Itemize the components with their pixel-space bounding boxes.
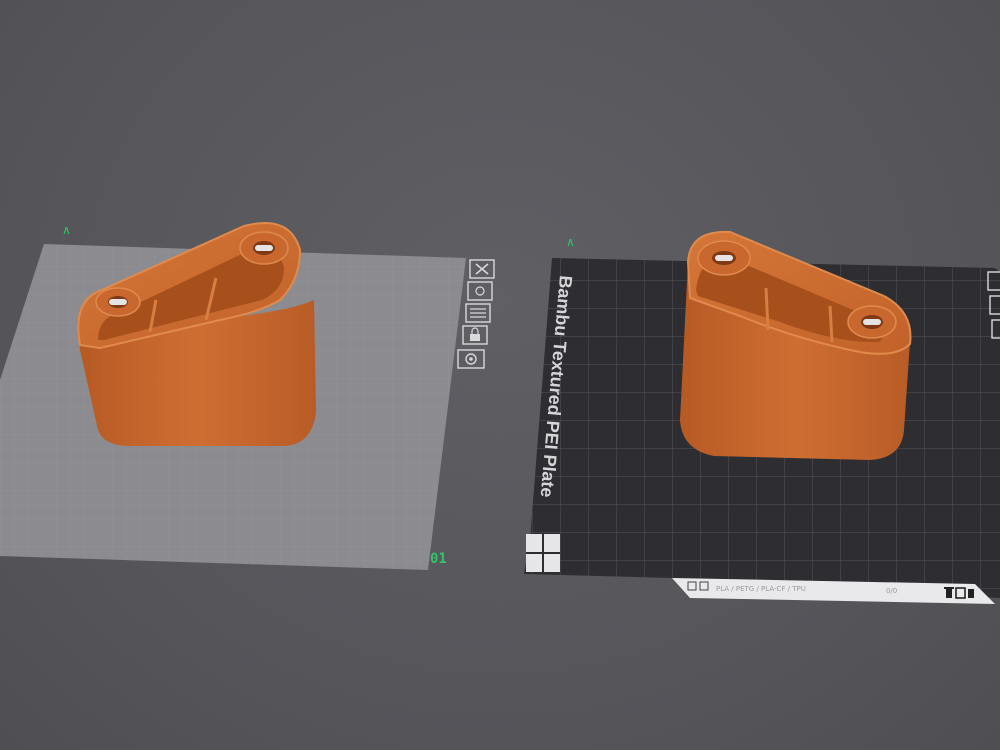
scene-canvas[interactable]: ∧ 01 ∧ Bambu Textured PEI Plate PLA / PE… — [0, 0, 1000, 750]
plate-2-status-right: 0/0 — [886, 587, 897, 595]
model-left-boss-2 — [239, 231, 289, 265]
lock-icon[interactable] — [462, 325, 488, 345]
3d-viewport[interactable]: ∧ 01 ∧ Bambu Textured PEI Plate PLA / PE… — [0, 0, 1000, 750]
arrange-icon[interactable] — [467, 281, 493, 301]
plate-1-axis-marker: ∧ — [62, 223, 71, 237]
layout-icon[interactable] — [465, 303, 491, 323]
model-left-boss-1 — [95, 287, 141, 317]
plate-1-number: 01 — [430, 551, 447, 567]
close-icon[interactable] — [469, 259, 495, 279]
model-right-boss-2 — [847, 305, 897, 339]
plate-2-axis-marker: ∧ — [566, 235, 575, 249]
model-right-boss-1 — [697, 240, 751, 276]
plate-2-corner-logo — [526, 534, 560, 572]
copy-icon-2[interactable] — [968, 589, 974, 598]
settings-icon[interactable] — [457, 349, 485, 369]
plate-2-status-text: PLA / PETG / PLA-CF / TPU — [716, 585, 806, 593]
